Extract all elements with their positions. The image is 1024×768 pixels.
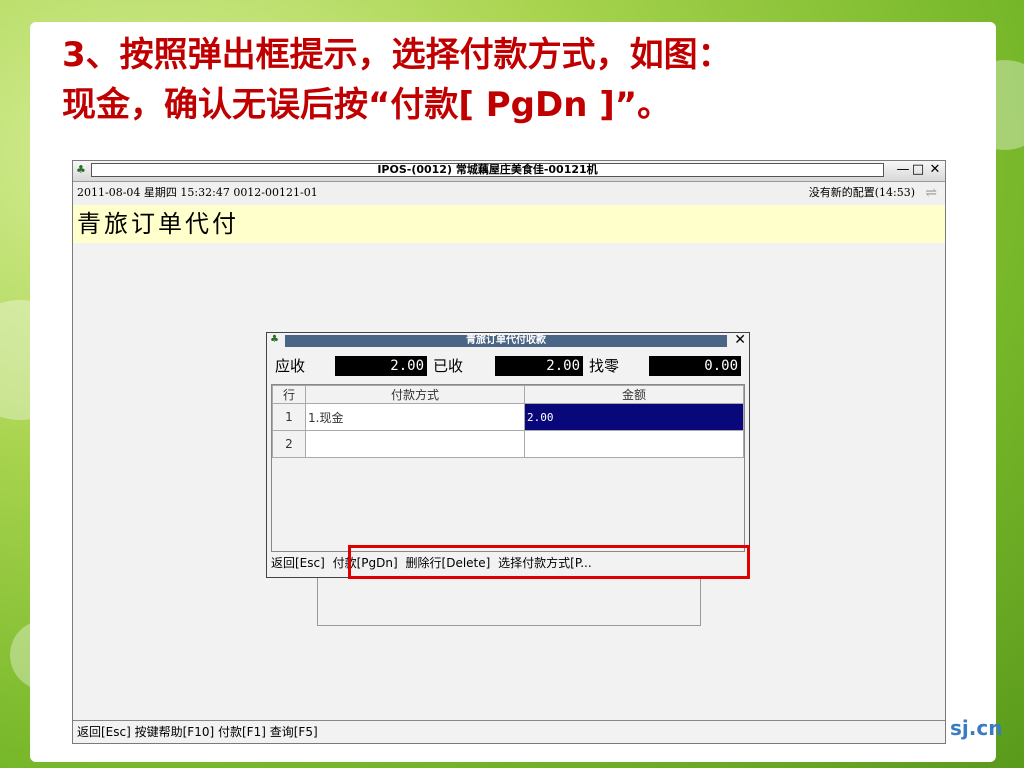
footer-pay-button[interactable]: 付款[F1]	[218, 725, 266, 739]
back-label: 返回[Esc]	[271, 556, 325, 570]
column-header-amount: 金额	[524, 385, 744, 404]
received-label: 已收	[433, 357, 464, 375]
maximize-icon[interactable]: □	[911, 162, 925, 178]
annotation-highlight-box	[348, 545, 750, 579]
change-value: 0.00	[649, 356, 741, 376]
footer-pay-label: 付款[F1]	[218, 725, 266, 739]
dialog-titlebar[interactable]: ♣ 青旅订单代付收款 ✕	[267, 332, 749, 349]
dialog-title: 青旅订单代付收款	[285, 335, 727, 347]
dialog-backdrop-panel	[317, 578, 701, 626]
config-status: 没有新的配置(14:53)	[808, 186, 915, 199]
table-row[interactable]: 1 1.现金 2.00	[272, 403, 744, 431]
site-logo: sj.cn	[950, 716, 1003, 740]
row-number: 1	[272, 403, 306, 431]
status-bar-top: 2011-08-04 星期四 15:32:47 0012-00121-01 没有…	[73, 182, 945, 204]
footer-help-button[interactable]: 按键帮助[F10]	[135, 725, 215, 739]
receivable-value: 2.00	[335, 356, 427, 376]
row-number: 2	[272, 430, 306, 458]
column-header-row: 行	[272, 385, 306, 404]
footer-back-button[interactable]: 返回[Esc]	[77, 725, 131, 739]
payment-grid: 行 付款方式 金额 1 1.现金 2.00 2	[271, 384, 745, 552]
sync-icon: ⇌	[925, 185, 937, 201]
amount-cell[interactable]	[524, 430, 744, 458]
heading-line-2: 现金，确认无误后按“付款[ PgDn ]”。	[62, 85, 672, 125]
payment-dialog: ♣ 青旅订单代付收款 ✕ 应收 2.00 已收 2.00 找零 0.00 行 付…	[266, 332, 750, 578]
slide-heading: 3、按照弹出框提示，选择付款方式，如图： 现金，确认无误后按“付款[ PgDn …	[62, 30, 962, 130]
received-value[interactable]: 2.00	[495, 356, 583, 376]
receivable-label: 应收	[275, 357, 306, 375]
amount-summary: 应收 2.00 已收 2.00 找零 0.00	[267, 353, 749, 379]
minimize-icon[interactable]: —	[896, 162, 910, 178]
dialog-app-icon: ♣	[270, 334, 279, 345]
payment-method-cell[interactable]: 1.现金	[305, 403, 525, 431]
footer-query-label: 查询[F5]	[269, 725, 318, 739]
column-header-method: 付款方式	[305, 385, 525, 404]
amount-cell[interactable]: 2.00	[524, 403, 744, 431]
change-label: 找零	[589, 357, 620, 375]
footer-shortcut-bar: 返回[Esc] 按键帮助[F10] 付款[F1] 查询[F5]	[73, 720, 945, 743]
footer-query-button[interactable]: 查询[F5]	[270, 725, 318, 739]
footer-back-label: 返回[Esc]	[77, 725, 131, 739]
footer-help-label: 按键帮助[F10]	[134, 725, 215, 739]
close-icon[interactable]: ✕	[928, 162, 942, 178]
app-icon: ♣	[76, 163, 86, 176]
table-row[interactable]: 2	[272, 430, 744, 458]
window-title: IPOS-(0012) 常城藕屋庄美食佳-00121机	[91, 163, 884, 177]
back-esc-button[interactable]: 返回[Esc]	[271, 556, 325, 570]
window-titlebar[interactable]: ♣ IPOS-(0012) 常城藕屋庄美食佳-00121机 — □ ✕	[73, 161, 945, 182]
dialog-close-icon[interactable]: ✕	[734, 332, 746, 348]
heading-line-1: 3、按照弹出框提示，选择付款方式，如图：	[62, 35, 732, 75]
datetime-terminal-info: 2011-08-04 星期四 15:32:47 0012-00121-01	[77, 186, 318, 199]
payment-method-cell[interactable]	[305, 430, 525, 458]
module-title: 青旅订单代付	[73, 205, 945, 243]
